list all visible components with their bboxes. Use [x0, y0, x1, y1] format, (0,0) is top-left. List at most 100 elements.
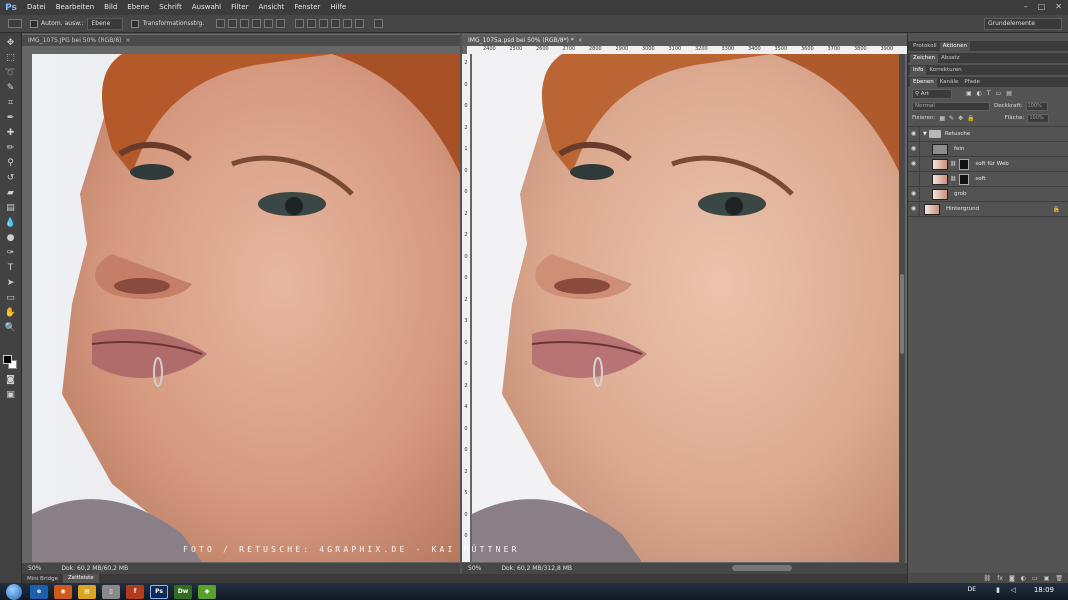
- history-brush-tool-icon[interactable]: ↺: [3, 172, 18, 184]
- visibility-eye-icon[interactable]: ◉: [908, 142, 920, 156]
- document-app-icon[interactable]: ▯: [102, 584, 120, 599]
- crop-tool-icon[interactable]: ⌗: [3, 97, 18, 109]
- hand-tool-icon[interactable]: ✋: [3, 307, 18, 319]
- tab-protokoll[interactable]: Protokoll: [910, 42, 940, 51]
- path-select-tool-icon[interactable]: ➤: [3, 277, 18, 289]
- tab-zeitleiste[interactable]: Zeitleiste: [62, 574, 99, 583]
- menu-bild[interactable]: Bild: [99, 0, 122, 15]
- distribute-top-icon[interactable]: [295, 19, 305, 28]
- align-vcenter-icon[interactable]: [228, 19, 238, 28]
- blend-mode-dropdown[interactable]: Normal: [912, 101, 990, 111]
- healing-brush-tool-icon[interactable]: ✚: [3, 127, 18, 139]
- tab-ebenen[interactable]: Ebenen: [910, 78, 937, 87]
- type-tool-icon[interactable]: T: [3, 262, 18, 274]
- visibility-eye-icon[interactable]: ◉: [908, 187, 920, 201]
- tab-zeichen[interactable]: Zeichen: [910, 54, 939, 63]
- layer-style-icon[interactable]: fx: [997, 575, 1003, 582]
- distribute-right-icon[interactable]: [355, 19, 365, 28]
- move-tool-icon[interactable]: ✥: [3, 37, 18, 49]
- doc-tab-retouched[interactable]: IMG_1075a.psd bei 50% (RGB/8*) * ×: [462, 34, 907, 46]
- horizontal-scrollbar[interactable]: [732, 565, 792, 571]
- visibility-eye-icon[interactable]: ◉: [908, 157, 920, 171]
- canvas-original[interactable]: [32, 54, 460, 562]
- doc-size-info[interactable]: Dok: 60,2 MB/312,8 MB: [501, 563, 572, 574]
- opacity-input[interactable]: 100%: [1025, 101, 1048, 111]
- new-group-icon[interactable]: ▭: [1032, 575, 1038, 582]
- language-indicator[interactable]: DE: [968, 586, 976, 593]
- visibility-eye-icon[interactable]: ◉: [908, 172, 920, 186]
- network-icon[interactable]: ▮: [996, 586, 1000, 594]
- align-right-icon[interactable]: [276, 19, 286, 28]
- tab-pfade[interactable]: Pfade: [961, 78, 983, 87]
- vertical-scrollbar-thumb[interactable]: [900, 274, 904, 354]
- canvas-retouched[interactable]: [472, 54, 900, 562]
- menu-datei[interactable]: Datei: [22, 0, 51, 15]
- layer-mask-thumbnail[interactable]: [959, 173, 970, 185]
- minimize-button[interactable]: –: [1024, 2, 1028, 11]
- quick-mask-icon[interactable]: ◙: [3, 374, 18, 386]
- align-left-icon[interactable]: [252, 19, 262, 28]
- layer-mask-thumbnail[interactable]: [959, 158, 970, 170]
- menu-fenster[interactable]: Fenster: [289, 0, 325, 15]
- photoshop-taskbar-icon[interactable]: Ps: [150, 584, 168, 599]
- distribute-left-icon[interactable]: [331, 19, 341, 28]
- adjustment-layer-icon[interactable]: ◐: [1021, 575, 1026, 582]
- gradient-tool-icon[interactable]: ▤: [3, 202, 18, 214]
- menu-hilfe[interactable]: Hilfe: [325, 0, 351, 15]
- filter-pixel-icon[interactable]: ▣: [966, 90, 972, 97]
- delete-layer-icon[interactable]: 🗑: [1055, 575, 1063, 582]
- tab-kanaele[interactable]: Kanäle: [937, 78, 962, 87]
- blur-tool-icon[interactable]: 💧: [3, 217, 18, 229]
- link-layers-icon[interactable]: ⛓: [984, 575, 992, 582]
- lasso-tool-icon[interactable]: ➰: [3, 67, 18, 79]
- shape-tool-icon[interactable]: ▭: [3, 292, 18, 304]
- menu-ansicht[interactable]: Ansicht: [253, 0, 289, 15]
- eraser-tool-icon[interactable]: ▰: [3, 187, 18, 199]
- dodge-tool-icon[interactable]: ●: [3, 232, 18, 244]
- filter-adjust-icon[interactable]: ◐: [977, 90, 982, 97]
- layer-filter-dropdown[interactable]: ⚲ Art: [912, 88, 952, 99]
- clone-stamp-tool-icon[interactable]: ⚲: [3, 157, 18, 169]
- internet-explorer-icon[interactable]: e: [30, 584, 48, 599]
- filter-shape-icon[interactable]: ▭: [996, 90, 1002, 97]
- tab-info[interactable]: Info: [910, 66, 927, 75]
- layer-row-grob[interactable]: ◉ grob: [908, 187, 1068, 202]
- file-explorer-icon[interactable]: ▤: [78, 584, 96, 599]
- distribute-vcenter-icon[interactable]: [307, 19, 317, 28]
- expand-arrow-icon[interactable]: ▼: [923, 131, 927, 137]
- other-app-icon[interactable]: ◆: [198, 584, 216, 599]
- lock-transparency-icon[interactable]: ▦: [939, 115, 945, 122]
- system-clock[interactable]: 18:09: [1034, 586, 1054, 594]
- start-button[interactable]: [6, 583, 22, 600]
- close-icon[interactable]: ×: [578, 37, 583, 44]
- menu-ebene[interactable]: Ebene: [122, 0, 154, 15]
- volume-icon[interactable]: ◁: [1011, 586, 1016, 594]
- zoom-tool-icon[interactable]: 🔍: [3, 322, 18, 334]
- pen-tool-icon[interactable]: ✑: [3, 247, 18, 259]
- eyedropper-tool-icon[interactable]: ✒: [3, 112, 18, 124]
- distribute-bottom-icon[interactable]: [319, 19, 329, 28]
- zoom-level[interactable]: 50%: [468, 563, 481, 574]
- brush-tool-icon[interactable]: ✏: [3, 142, 18, 154]
- align-top-icon[interactable]: [216, 19, 226, 28]
- layer-row-fein[interactable]: ◉ fein: [908, 142, 1068, 157]
- tab-absatz[interactable]: Absatz: [938, 54, 963, 63]
- filter-smart-icon[interactable]: ▤: [1006, 90, 1012, 97]
- lock-all-icon[interactable]: 🔒: [967, 115, 974, 122]
- tab-aktionen[interactable]: Aktionen: [939, 42, 971, 51]
- doc-size-info[interactable]: Dok: 60,2 MB/60,2 MB: [61, 563, 128, 574]
- flash-app-icon[interactable]: f: [126, 584, 144, 599]
- zoom-level[interactable]: 50%: [28, 563, 41, 574]
- tab-mini-bridge[interactable]: Mini Bridge: [22, 576, 63, 582]
- lock-pixels-icon[interactable]: ✎: [949, 115, 954, 122]
- distribute-hcenter-icon[interactable]: [343, 19, 353, 28]
- tab-korrekturen[interactable]: Korrekturen: [926, 66, 964, 75]
- filter-type-icon[interactable]: T: [987, 90, 991, 97]
- firefox-icon[interactable]: ◉: [54, 584, 72, 599]
- transform-controls-checkbox[interactable]: [131, 19, 140, 28]
- move-tool-preset-icon[interactable]: [8, 19, 22, 28]
- marquee-tool-icon[interactable]: ⬚: [3, 52, 18, 64]
- doc-tab-original[interactable]: IMG_1075.JPG bei 50% (RGB/8) ×: [22, 34, 460, 46]
- layer-row-hintergrund[interactable]: ◉ Hintergrund 🔒: [908, 202, 1068, 217]
- menu-bearbeiten[interactable]: Bearbeiten: [51, 0, 99, 15]
